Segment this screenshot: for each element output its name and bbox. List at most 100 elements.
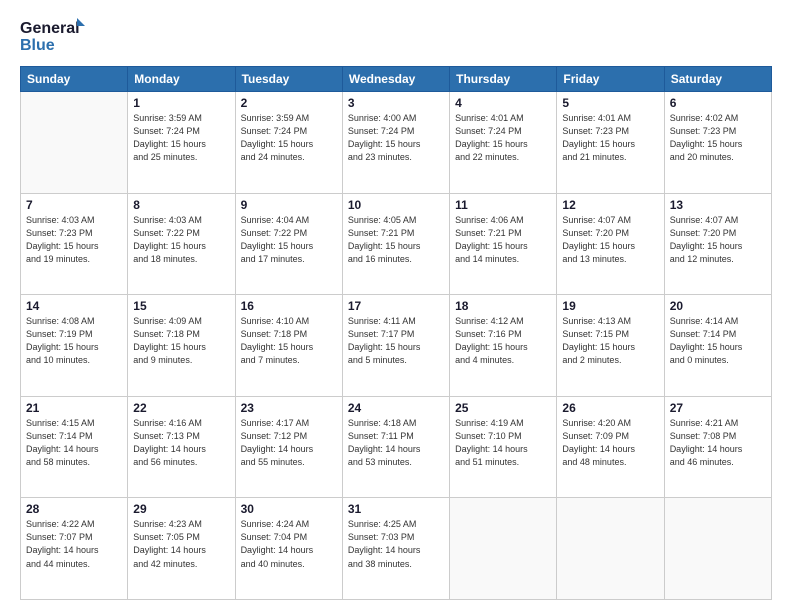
calendar-cell: 1 Sunrise: 3:59 AM Sunset: 7:24 PM Daylig… — [128, 92, 235, 194]
day-info: Sunrise: 4:24 AM Sunset: 7:04 PM Dayligh… — [241, 518, 337, 570]
calendar-cell: 27 Sunrise: 4:21 AM Sunset: 7:08 PM Dayli… — [664, 396, 771, 498]
calendar-body: 1 Sunrise: 3:59 AM Sunset: 7:24 PM Daylig… — [21, 92, 772, 600]
day-info: Sunrise: 4:10 AM Sunset: 7:18 PM Dayligh… — [241, 315, 337, 367]
logo-graphic: GeneralBlue — [20, 16, 92, 56]
calendar-cell: 31Sunrise: 4:25 AM Sunset: 7:03 PM Dayli… — [342, 498, 449, 600]
calendar-cell: 26Sunrise: 4:20 AM Sunset: 7:09 PM Dayli… — [557, 396, 664, 498]
day-info: Sunrise: 4:17 AM Sunset: 7:12 PM Dayligh… — [241, 417, 337, 469]
calendar-cell: 20 Sunrise: 4:14 AM Sunset: 7:14 PM Dayli… — [664, 295, 771, 397]
day-number: 30 — [241, 502, 337, 516]
day-header-tuesday: Tuesday — [235, 67, 342, 92]
day-number: 4 — [455, 96, 551, 110]
day-header-friday: Friday — [557, 67, 664, 92]
day-info: Sunrise: 4:04 AM Sunset: 7:22 PM Dayligh… — [241, 214, 337, 266]
day-header-saturday: Saturday — [664, 67, 771, 92]
day-number: 5 — [562, 96, 658, 110]
day-info: Sunrise: 4:07 AM Sunset: 7:20 PM Dayligh… — [670, 214, 766, 266]
calendar-cell: 29 Sunrise: 4:23 AM Sunset: 7:05 PM Dayli… — [128, 498, 235, 600]
day-header-wednesday: Wednesday — [342, 67, 449, 92]
day-info: Sunrise: 4:02 AM Sunset: 7:23 PM Dayligh… — [670, 112, 766, 164]
calendar-cell: 25Sunrise: 4:19 AM Sunset: 7:10 PM Dayli… — [450, 396, 557, 498]
day-number: 15 — [133, 299, 229, 313]
calendar-cell: 13 Sunrise: 4:07 AM Sunset: 7:20 PM Dayli… — [664, 193, 771, 295]
calendar-cell: 5 Sunrise: 4:01 AM Sunset: 7:23 PM Daylig… — [557, 92, 664, 194]
calendar-week-3: 21Sunrise: 4:15 AM Sunset: 7:14 PM Dayli… — [21, 396, 772, 498]
day-info: Sunrise: 4:09 AM Sunset: 7:18 PM Dayligh… — [133, 315, 229, 367]
day-info: Sunrise: 4:00 AM Sunset: 7:24 PM Dayligh… — [348, 112, 444, 164]
calendar-table: SundayMondayTuesdayWednesdayThursdayFrid… — [20, 66, 772, 600]
day-number: 6 — [670, 96, 766, 110]
calendar-cell — [557, 498, 664, 600]
day-info: Sunrise: 4:08 AM Sunset: 7:19 PM Dayligh… — [26, 315, 122, 367]
day-info: Sunrise: 4:03 AM Sunset: 7:23 PM Dayligh… — [26, 214, 122, 266]
day-info: Sunrise: 4:01 AM Sunset: 7:23 PM Dayligh… — [562, 112, 658, 164]
calendar-cell: 4 Sunrise: 4:01 AM Sunset: 7:24 PM Daylig… — [450, 92, 557, 194]
day-info: Sunrise: 4:19 AM Sunset: 7:10 PM Dayligh… — [455, 417, 551, 469]
calendar-header-row: SundayMondayTuesdayWednesdayThursdayFrid… — [21, 67, 772, 92]
day-number: 23 — [241, 401, 337, 415]
day-number: 9 — [241, 198, 337, 212]
svg-text:Blue: Blue — [20, 37, 55, 54]
calendar-cell: 14 Sunrise: 4:08 AM Sunset: 7:19 PM Dayli… — [21, 295, 128, 397]
day-number: 20 — [670, 299, 766, 313]
day-number: 18 — [455, 299, 551, 313]
day-info: Sunrise: 4:12 AM Sunset: 7:16 PM Dayligh… — [455, 315, 551, 367]
calendar-cell: 19Sunrise: 4:13 AM Sunset: 7:15 PM Dayli… — [557, 295, 664, 397]
calendar-cell: 11 Sunrise: 4:06 AM Sunset: 7:21 PM Dayli… — [450, 193, 557, 295]
day-info: Sunrise: 4:23 AM Sunset: 7:05 PM Dayligh… — [133, 518, 229, 570]
calendar-cell: 10Sunrise: 4:05 AM Sunset: 7:21 PM Dayli… — [342, 193, 449, 295]
calendar-cell: 12Sunrise: 4:07 AM Sunset: 7:20 PM Dayli… — [557, 193, 664, 295]
day-info: Sunrise: 4:22 AM Sunset: 7:07 PM Dayligh… — [26, 518, 122, 570]
calendar-cell: 15 Sunrise: 4:09 AM Sunset: 7:18 PM Dayli… — [128, 295, 235, 397]
calendar-cell: 21Sunrise: 4:15 AM Sunset: 7:14 PM Dayli… — [21, 396, 128, 498]
calendar-week-0: 1 Sunrise: 3:59 AM Sunset: 7:24 PM Daylig… — [21, 92, 772, 194]
day-number: 13 — [670, 198, 766, 212]
day-info: Sunrise: 4:11 AM Sunset: 7:17 PM Dayligh… — [348, 315, 444, 367]
day-number: 10 — [348, 198, 444, 212]
day-info: Sunrise: 4:16 AM Sunset: 7:13 PM Dayligh… — [133, 417, 229, 469]
calendar-cell: 16 Sunrise: 4:10 AM Sunset: 7:18 PM Dayli… — [235, 295, 342, 397]
day-number: 16 — [241, 299, 337, 313]
day-header-thursday: Thursday — [450, 67, 557, 92]
day-number: 14 — [26, 299, 122, 313]
calendar-cell — [21, 92, 128, 194]
calendar-cell: 28 Sunrise: 4:22 AM Sunset: 7:07 PM Dayli… — [21, 498, 128, 600]
day-info: Sunrise: 4:06 AM Sunset: 7:21 PM Dayligh… — [455, 214, 551, 266]
day-number: 3 — [348, 96, 444, 110]
day-number: 29 — [133, 502, 229, 516]
calendar-cell: 3 Sunrise: 4:00 AM Sunset: 7:24 PM Daylig… — [342, 92, 449, 194]
svg-text:General: General — [20, 20, 80, 37]
calendar-week-4: 28 Sunrise: 4:22 AM Sunset: 7:07 PM Dayli… — [21, 498, 772, 600]
calendar-cell: 8Sunrise: 4:03 AM Sunset: 7:22 PM Daylig… — [128, 193, 235, 295]
day-number: 26 — [562, 401, 658, 415]
calendar-cell: 7 Sunrise: 4:03 AM Sunset: 7:23 PM Daylig… — [21, 193, 128, 295]
calendar-cell: 30 Sunrise: 4:24 AM Sunset: 7:04 PM Dayli… — [235, 498, 342, 600]
logo: GeneralBlue — [20, 16, 92, 56]
day-number: 22 — [133, 401, 229, 415]
calendar-page: GeneralBlue SundayMondayTuesdayWednesday… — [0, 0, 792, 612]
calendar-cell — [450, 498, 557, 600]
day-number: 17 — [348, 299, 444, 313]
day-info: Sunrise: 4:21 AM Sunset: 7:08 PM Dayligh… — [670, 417, 766, 469]
day-number: 7 — [26, 198, 122, 212]
day-info: Sunrise: 3:59 AM Sunset: 7:24 PM Dayligh… — [241, 112, 337, 164]
day-info: Sunrise: 4:07 AM Sunset: 7:20 PM Dayligh… — [562, 214, 658, 266]
day-info: Sunrise: 4:14 AM Sunset: 7:14 PM Dayligh… — [670, 315, 766, 367]
calendar-cell: 2 Sunrise: 3:59 AM Sunset: 7:24 PM Daylig… — [235, 92, 342, 194]
day-number: 27 — [670, 401, 766, 415]
day-number: 1 — [133, 96, 229, 110]
day-number: 28 — [26, 502, 122, 516]
day-info: Sunrise: 4:01 AM Sunset: 7:24 PM Dayligh… — [455, 112, 551, 164]
day-info: Sunrise: 4:18 AM Sunset: 7:11 PM Dayligh… — [348, 417, 444, 469]
calendar-cell: 22 Sunrise: 4:16 AM Sunset: 7:13 PM Dayli… — [128, 396, 235, 498]
day-info: Sunrise: 4:15 AM Sunset: 7:14 PM Dayligh… — [26, 417, 122, 469]
day-info: Sunrise: 4:25 AM Sunset: 7:03 PM Dayligh… — [348, 518, 444, 570]
calendar-cell: 23 Sunrise: 4:17 AM Sunset: 7:12 PM Dayli… — [235, 396, 342, 498]
header: GeneralBlue — [20, 16, 772, 56]
day-header-sunday: Sunday — [21, 67, 128, 92]
day-number: 24 — [348, 401, 444, 415]
day-number: 2 — [241, 96, 337, 110]
calendar-cell: 18 Sunrise: 4:12 AM Sunset: 7:16 PM Dayli… — [450, 295, 557, 397]
day-number: 11 — [455, 198, 551, 212]
day-info: Sunrise: 3:59 AM Sunset: 7:24 PM Dayligh… — [133, 112, 229, 164]
